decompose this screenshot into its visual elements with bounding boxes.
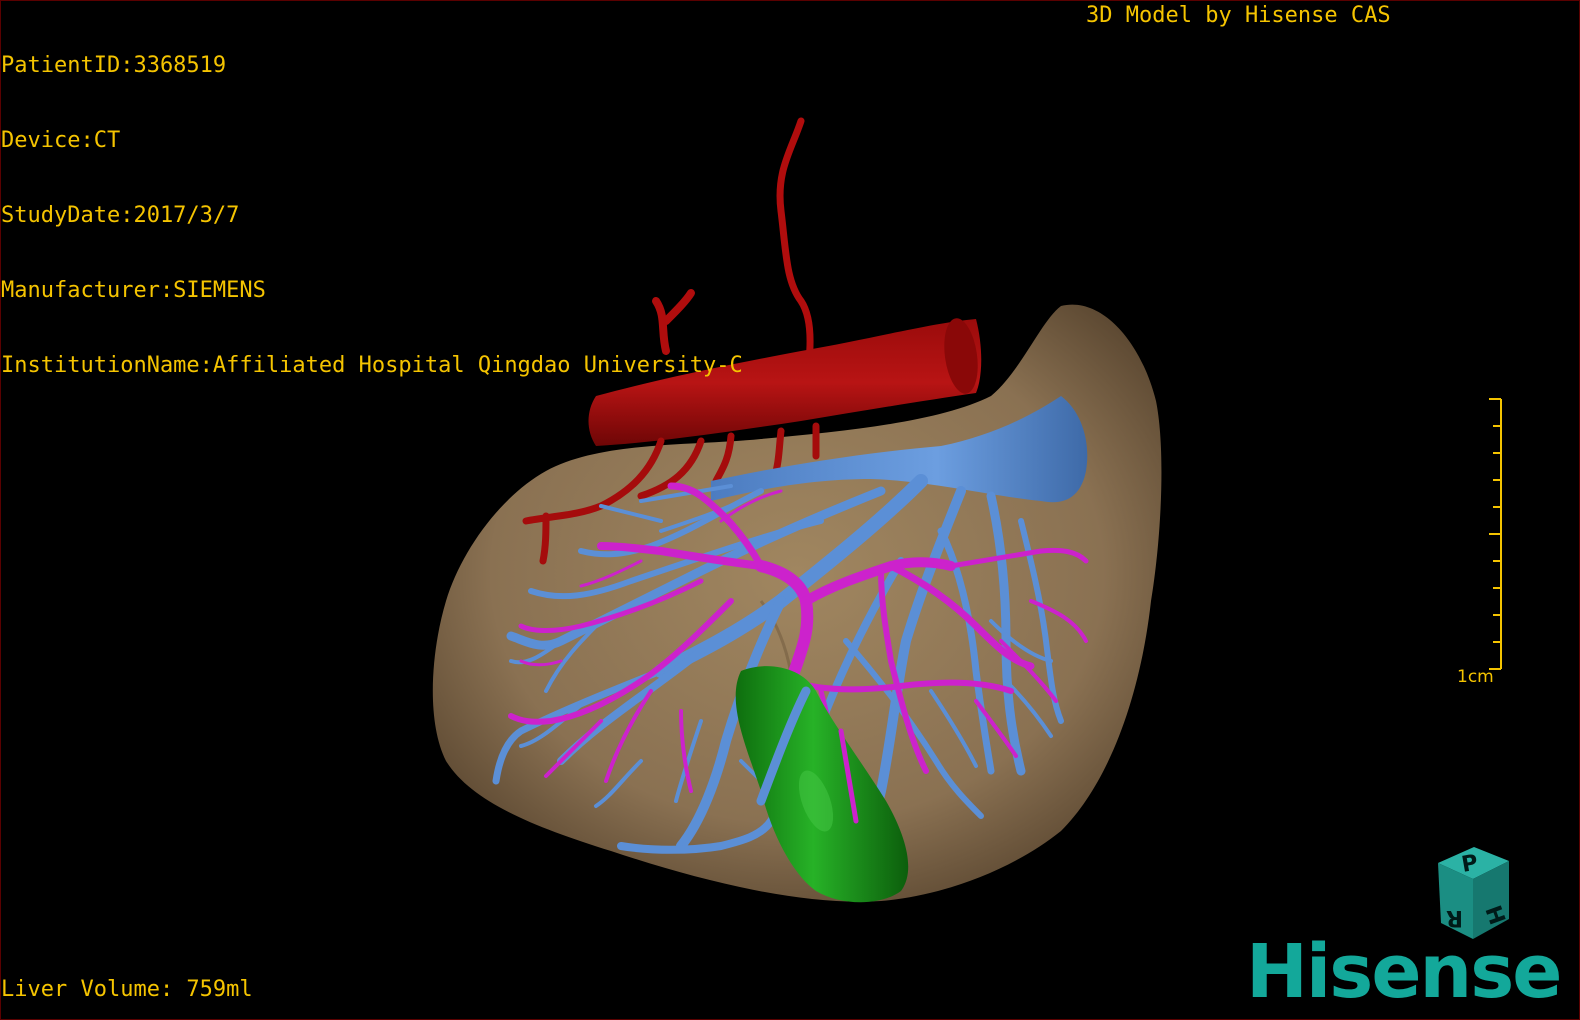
hisense-logo: Hisense bbox=[1246, 929, 1562, 1015]
patient-id: PatientID:3368519 bbox=[1, 53, 227, 78]
manufacturer: Manufacturer:SIEMENS bbox=[1, 278, 266, 303]
liver-volume: Liver Volume: 759ml bbox=[1, 977, 253, 1002]
model-brand-title: 3D Model by Hisense CAS bbox=[1086, 3, 1391, 28]
institution-name: InstitutionName:Affiliated Hospital Qing… bbox=[1, 353, 743, 378]
patient-info: PatientID:3368519 Device:CT StudyDate:20… bbox=[1, 3, 743, 428]
scale-label: 1cm bbox=[1457, 667, 1494, 687]
study-date: StudyDate:2017/3/7 bbox=[1, 203, 240, 228]
3d-viewport[interactable]: P H R PatientID:3368519 Device:CT StudyD… bbox=[0, 0, 1580, 1020]
orientation-cube-icon[interactable]: P H R bbox=[1438, 847, 1509, 939]
device: Device:CT bbox=[1, 128, 121, 153]
orientation-cube-face-r: R bbox=[1446, 905, 1463, 930]
scale-bar bbox=[1489, 398, 1502, 670]
